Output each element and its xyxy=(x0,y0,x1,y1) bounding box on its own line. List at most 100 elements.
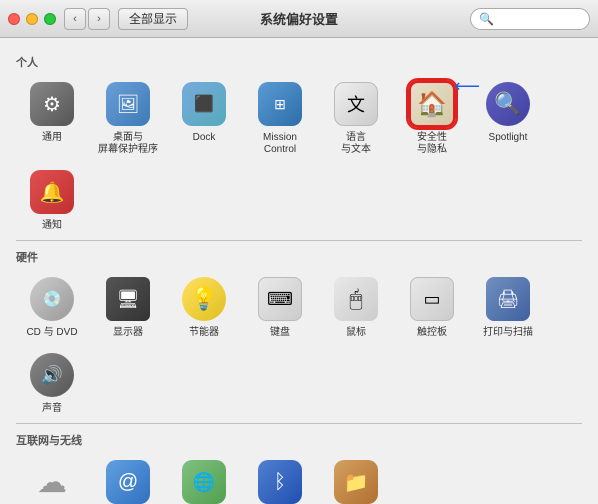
spotlight-icon: 🔍 xyxy=(486,82,530,126)
icloud-icon: ☁ xyxy=(30,460,74,504)
bluetooth-icon: ᛒ xyxy=(258,460,302,504)
main-content: 个人 ⚙ 通用 🖼 桌面与 屏幕保护程序 ⬛ Dock ⊞ Mission Co… xyxy=(0,38,598,504)
sound-label: 声音 xyxy=(42,403,62,415)
item-mouse[interactable]: 🖱 鼠标 xyxy=(320,271,392,343)
section-title-internet: 互联网与无线 xyxy=(16,432,582,448)
dvd-label: CD 与 DVD xyxy=(26,327,77,339)
item-display[interactable]: 🖥 显示器 xyxy=(92,271,164,343)
security-label: 安全性 与隐私 xyxy=(417,132,447,156)
internet-grid: ☁ iCloud @ 邮件、通讯录、 日历 🌐 网络 ᛒ 蓝牙 📁 xyxy=(16,454,582,504)
dock-label: Dock xyxy=(193,132,216,144)
trackpad-label: 触控板 xyxy=(417,327,447,339)
keyboard-icon-img: ⌨ xyxy=(256,275,304,323)
mouse-icon-img: 🖱 xyxy=(332,275,380,323)
item-mail[interactable]: @ 邮件、通讯录、 日历 xyxy=(92,454,164,504)
title-bar: ‹ › 全部显示 系统偏好设置 🔍 xyxy=(0,0,598,38)
item-energy[interactable]: 💡 节能器 xyxy=(168,271,240,343)
sharing-icon-img: 📁 xyxy=(332,458,380,504)
item-sound[interactable]: 🔊 声音 xyxy=(16,347,88,419)
spotlight-label: Spotlight xyxy=(489,132,528,144)
desktop-icon: 🖼 xyxy=(106,82,150,126)
trackpad-icon-img: ▭ xyxy=(408,275,456,323)
sharing-icon: 📁 xyxy=(334,460,378,504)
display-icon-img: 🖥 xyxy=(104,275,152,323)
energy-label: 节能器 xyxy=(189,327,219,339)
search-box[interactable]: 🔍 xyxy=(470,8,590,30)
sound-icon: 🔊 xyxy=(30,353,74,397)
item-desktop[interactable]: 🖼 桌面与 屏幕保护程序 xyxy=(92,76,164,160)
search-icon: 🔍 xyxy=(479,12,494,26)
mission-label: Mission Control xyxy=(263,132,297,156)
security-icon-img: 🏠 ⟵ xyxy=(408,80,456,128)
item-trackpad[interactable]: ▭ 触控板 xyxy=(396,271,468,343)
hardware-grid: 💿 CD 与 DVD 🖥 显示器 💡 节能器 ⌨ 键盘 🖱 xyxy=(16,271,582,419)
energy-icon: 💡 xyxy=(182,277,226,321)
close-button[interactable] xyxy=(8,13,20,25)
mouse-icon: 🖱 xyxy=(334,277,378,321)
language-label: 语言 与文本 xyxy=(341,132,371,156)
print-icon: 🖨 xyxy=(486,277,530,321)
mouse-label: 鼠标 xyxy=(346,327,366,339)
separator-1 xyxy=(16,240,582,241)
item-security[interactable]: 🏠 ⟵ 安全性 与隐私 xyxy=(396,76,468,160)
item-network[interactable]: 🌐 网络 xyxy=(168,454,240,504)
window-title: 系统偏好设置 xyxy=(260,9,338,28)
item-bluetooth[interactable]: ᛒ 蓝牙 xyxy=(244,454,316,504)
general-label: 通用 xyxy=(42,132,62,144)
dvd-icon: 💿 xyxy=(30,277,74,321)
item-spotlight[interactable]: 🔍 Spotlight xyxy=(472,76,544,160)
minimize-button[interactable] xyxy=(26,13,38,25)
keyboard-icon: ⌨ xyxy=(258,277,302,321)
dock-icon-img: ⬛ xyxy=(180,80,228,128)
mission-icon: ⊞ xyxy=(258,82,302,126)
network-icon: 🌐 xyxy=(182,460,226,504)
keyboard-label: 键盘 xyxy=(270,327,290,339)
security-icon: 🏠 xyxy=(408,80,456,128)
network-icon-img: 🌐 xyxy=(180,458,228,504)
traffic-lights xyxy=(8,13,56,25)
icloud-icon-img: ☁ xyxy=(28,458,76,504)
general-icon-img: ⚙ xyxy=(28,80,76,128)
separator-2 xyxy=(16,423,582,424)
desktop-label: 桌面与 屏幕保护程序 xyxy=(98,132,158,156)
print-label: 打印与扫描 xyxy=(483,327,533,339)
forward-button[interactable]: › xyxy=(88,8,110,30)
trackpad-icon: ▭ xyxy=(410,277,454,321)
desktop-icon-img: 🖼 xyxy=(104,80,152,128)
show-all-button[interactable]: 全部显示 xyxy=(118,8,188,30)
item-language[interactable]: 文 语言 与文本 xyxy=(320,76,392,160)
dock-icon: ⬛ xyxy=(182,82,226,126)
item-icloud[interactable]: ☁ iCloud xyxy=(16,454,88,504)
section-title-hardware: 硬件 xyxy=(16,249,582,265)
arrow-indicator: ⟵ xyxy=(454,76,480,97)
item-general[interactable]: ⚙ 通用 xyxy=(16,76,88,160)
item-mission[interactable]: ⊞ Mission Control xyxy=(244,76,316,160)
item-sharing[interactable]: 📁 共享 xyxy=(320,454,392,504)
language-icon-img: 文 xyxy=(332,80,380,128)
display-icon: 🖥 xyxy=(106,277,150,321)
general-icon: ⚙ xyxy=(30,82,74,126)
sound-icon-img: 🔊 xyxy=(28,351,76,399)
item-notification[interactable]: 🔔 通知 xyxy=(16,164,88,236)
back-button[interactable]: ‹ xyxy=(64,8,86,30)
energy-icon-img: 💡 xyxy=(180,275,228,323)
item-dock[interactable]: ⬛ Dock xyxy=(168,76,240,160)
mail-icon: @ xyxy=(106,460,150,504)
dvd-icon-img: 💿 xyxy=(28,275,76,323)
nav-buttons: ‹ › xyxy=(64,8,110,30)
item-keyboard[interactable]: ⌨ 键盘 xyxy=(244,271,316,343)
language-icon: 文 xyxy=(334,82,378,126)
spotlight-icon-img: 🔍 xyxy=(484,80,532,128)
bluetooth-icon-img: ᛒ xyxy=(256,458,304,504)
personal-grid: ⚙ 通用 🖼 桌面与 屏幕保护程序 ⬛ Dock ⊞ Mission Contr… xyxy=(16,76,582,236)
section-title-personal: 个人 xyxy=(16,54,582,70)
item-print[interactable]: 🖨 打印与扫描 xyxy=(472,271,544,343)
print-icon-img: 🖨 xyxy=(484,275,532,323)
search-input[interactable] xyxy=(498,12,578,26)
notification-icon-img: 🔔 xyxy=(28,168,76,216)
notification-icon: 🔔 xyxy=(30,170,74,214)
mail-icon-img: @ xyxy=(104,458,152,504)
maximize-button[interactable] xyxy=(44,13,56,25)
item-dvd[interactable]: 💿 CD 与 DVD xyxy=(16,271,88,343)
mission-icon-img: ⊞ xyxy=(256,80,304,128)
